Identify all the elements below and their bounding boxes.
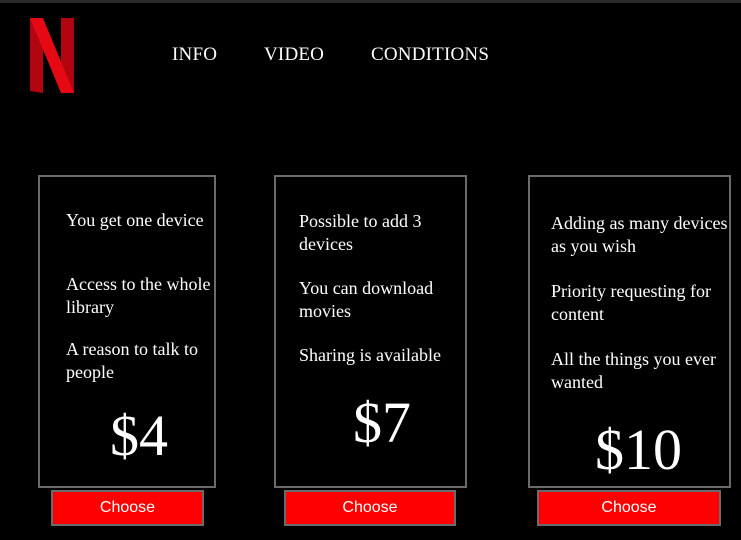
plan-feature: Priority requesting for content: [551, 281, 711, 324]
top-border: [0, 0, 741, 3]
choose-button-basic[interactable]: Choose: [51, 490, 204, 526]
plan-feature: All the things you ever wanted: [551, 349, 716, 392]
plan-feature: Adding as many devices as you wish: [551, 213, 728, 256]
plan-card-basic: You get one device Access to the whole l…: [38, 175, 216, 488]
choose-button-premium[interactable]: Choose: [537, 490, 721, 526]
plan-feature: You get one device: [66, 210, 204, 230]
plan-feature: Sharing is available: [299, 345, 441, 365]
plan-feature: You can download movies: [299, 278, 434, 321]
choose-button-standard[interactable]: Choose: [284, 490, 456, 526]
plan-price: $7: [353, 390, 411, 455]
plan-card-standard: Possible to add 3 devices You can downlo…: [274, 175, 467, 488]
main-nav: INFO VIDEO CONDITIONS: [0, 44, 741, 68]
plan-feature: Access to the whole library: [66, 274, 211, 317]
plan-card-premium: Adding as many devices as you wish Prior…: [528, 175, 731, 488]
nav-item-info[interactable]: INFO: [172, 44, 217, 66]
plan-price: $4: [110, 403, 168, 468]
nav-item-conditions[interactable]: CONDITIONS: [371, 44, 489, 66]
plan-feature: A reason to talk to people: [66, 339, 198, 382]
nav-item-video[interactable]: VIDEO: [264, 44, 324, 66]
plan-price: $10: [595, 417, 682, 482]
plan-feature: Possible to add 3 devices: [299, 211, 422, 254]
